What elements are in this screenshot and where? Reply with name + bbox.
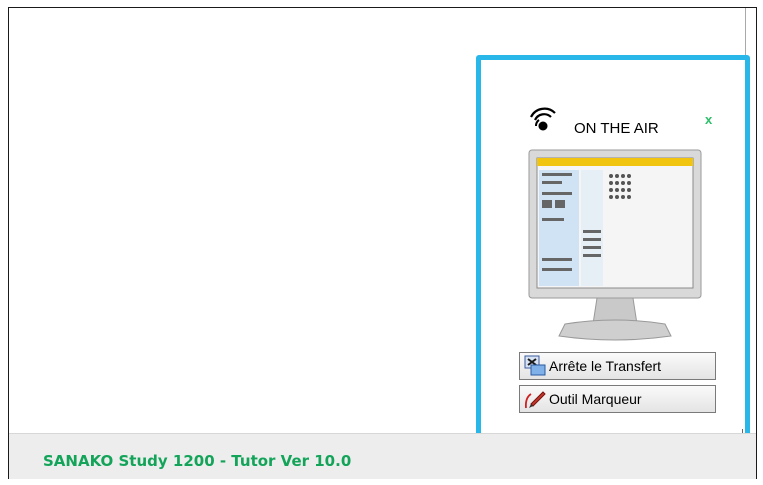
monitor-icon (528, 149, 702, 341)
stop-transfer-button[interactable]: Arrête le Transfert (519, 352, 716, 380)
on-air-label: ON THE AIR (574, 120, 659, 137)
marker-tool-label: Outil Marqueur (549, 391, 642, 407)
stop-transfer-label: Arrête le Transfert (549, 358, 662, 374)
on-air-panel: ON THE AIR x Arrête le Transfert Outil M… (476, 55, 750, 443)
status-bar: SANAKO Study 1200 - Tutor Ver 10.0 (9, 433, 756, 479)
stop-transfer-icon (524, 355, 546, 376)
on-air-indicator: ON THE AIR (529, 106, 699, 137)
broadcast-icon (530, 107, 556, 131)
marker-tool-button[interactable]: Outil Marqueur (519, 385, 716, 413)
app-version-label: SANAKO Study 1200 - Tutor Ver 10.0 (43, 452, 352, 470)
app-window: ON THE AIR x Arrête le Transfert Outil M… (8, 7, 757, 479)
close-icon[interactable]: x (705, 112, 712, 127)
marker-pen-icon (524, 391, 546, 409)
